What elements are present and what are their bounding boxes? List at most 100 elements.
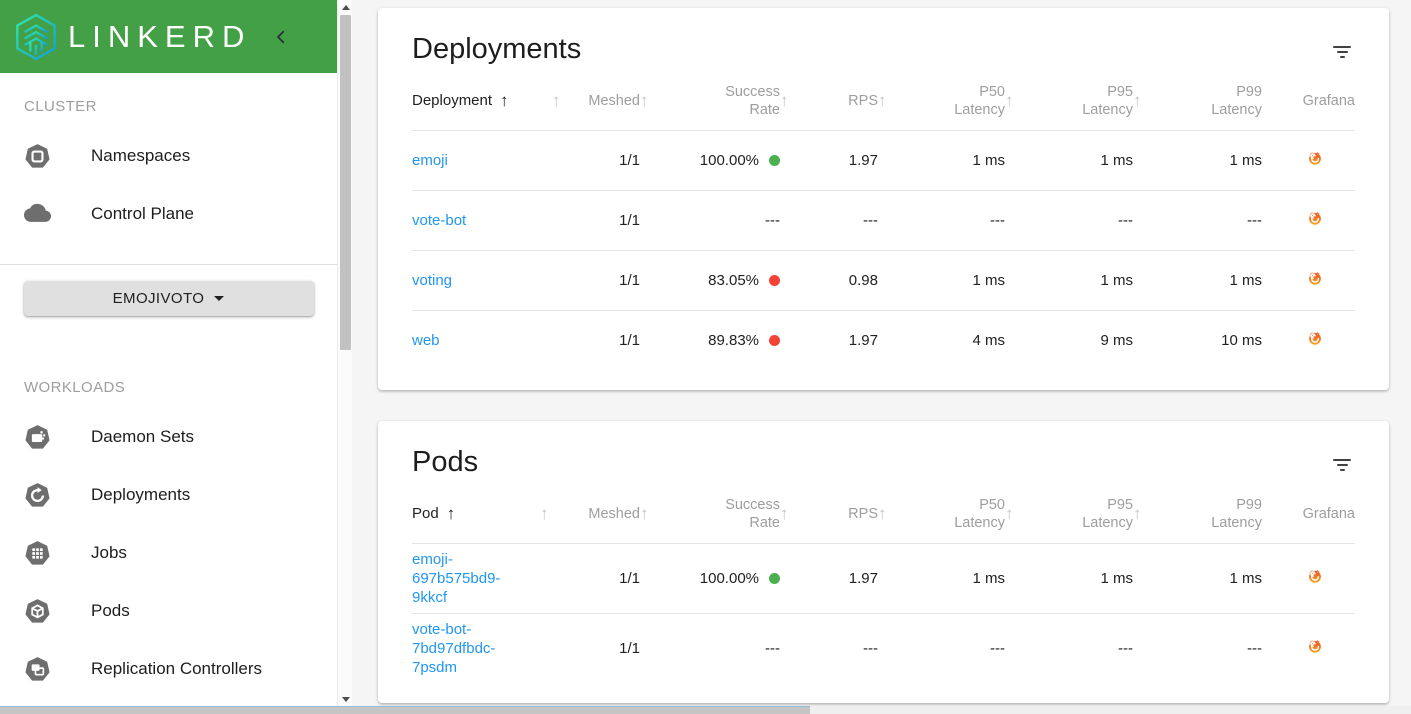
sidebar-item-label: Pods <box>91 601 130 620</box>
cell-value: 1 ms <box>1100 271 1133 289</box>
scroll-up-button[interactable] <box>338 0 353 14</box>
column-header-success-rate[interactable]: ↑ Success Rate <box>640 72 780 130</box>
namespace-selector[interactable]: EMOJIVOTO <box>23 281 314 316</box>
grafana-link[interactable] <box>1307 210 1323 226</box>
cell-p95: 9 ms <box>1005 310 1133 370</box>
table-row: emoji-697b575bd9-9kkcf 1/1 100.00% 1.97 1 ms… <box>412 543 1355 613</box>
sidebar-item-label: Control Plane <box>91 204 195 223</box>
cell-grafana <box>1262 130 1355 190</box>
column-label: Meshed <box>588 505 640 522</box>
workloads-nav: Daemon Sets Deployments Jobs Pods Replicatio… <box>0 408 337 714</box>
sidebar-item-control-plane[interactable]: Control Plane <box>0 185 337 243</box>
filter-icon <box>1333 459 1351 461</box>
column-header-pod[interactable]: Pod ↑ <box>412 485 540 543</box>
sidebar-divider <box>0 264 337 265</box>
column-header-meshed[interactable]: ↑ Meshed <box>552 72 640 130</box>
cell-meshed: 1/1 <box>540 613 640 683</box>
cell-value: 1.97 <box>848 331 878 349</box>
cell-value: --- <box>990 639 1005 657</box>
cell-value: 1/1 <box>619 639 640 657</box>
filter-button[interactable] <box>1329 41 1355 63</box>
column-label: P50 Latency <box>954 83 1005 118</box>
control-plane-icon <box>24 201 51 228</box>
linkerd-logo-icon <box>10 11 62 63</box>
filter-button[interactable] <box>1329 454 1355 476</box>
daemon-sets-icon <box>24 424 51 451</box>
table-row: voting 1/1 83.05% 0.98 1 ms 1 ms 1 ms <box>412 250 1355 310</box>
column-header-p95-latency[interactable]: ↑ P95 Latency <box>1005 72 1133 130</box>
cell-rps: 0.98 <box>780 250 878 310</box>
column-header-p95-latency[interactable]: ↑ P95 Latency <box>1005 485 1133 543</box>
resource-link[interactable]: vote-bot-7bd97dfbdc-7psdm <box>412 620 516 677</box>
chevron-down-icon <box>214 296 225 301</box>
status-dot-bad <box>769 274 780 286</box>
table-row: web 1/1 89.83% 1.97 4 ms 9 ms 10 ms <box>412 310 1355 370</box>
table-row: vote-bot 1/1 --- --- --- --- --- <box>412 190 1355 250</box>
sort-arrow-icon: ↑ <box>500 91 509 111</box>
grafana-link[interactable] <box>1307 568 1323 584</box>
cell-value: 1/1 <box>619 151 640 169</box>
column-header-rps[interactable]: ↑ RPS <box>780 485 878 543</box>
grafana-link[interactable] <box>1307 270 1323 286</box>
sidebar-item-pods[interactable]: Pods <box>0 582 337 640</box>
table-row: vote-bot-7bd97dfbdc-7psdm 1/1 --- --- --- ---… <box>412 613 1355 683</box>
cell-p50: 1 ms <box>878 250 1005 310</box>
column-header-success-rate[interactable]: ↑ Success Rate <box>640 485 780 543</box>
column-label: Grafana <box>1302 505 1355 522</box>
sidebar-collapse-button[interactable] <box>267 23 295 51</box>
sidebar-item-replication-controllers[interactable]: Replication Controllers <box>0 640 337 698</box>
column-header-deployment[interactable]: Deployment ↑ <box>412 72 552 130</box>
cell-value: 4 ms <box>972 331 1005 349</box>
column-header-meshed[interactable]: ↑ Meshed <box>540 485 640 543</box>
column-header-p99-latency[interactable]: ↑ P99 Latency <box>1133 72 1262 130</box>
cell-value: --- <box>1118 639 1133 657</box>
grafana-link[interactable] <box>1307 330 1323 346</box>
resource-link[interactable]: emoji <box>412 152 448 169</box>
cell-value: 1/1 <box>619 331 640 349</box>
cell-value: --- <box>863 639 878 657</box>
resource-link[interactable]: voting <box>412 272 452 289</box>
column-label: P95 Latency <box>1082 496 1133 531</box>
cell-p99: --- <box>1133 190 1262 250</box>
sort-arrow-icon: ↑ <box>552 91 561 111</box>
workloads-section-label: WORKLOADS <box>24 379 126 396</box>
sidebar-item-daemon-sets[interactable]: Daemon Sets <box>0 408 337 466</box>
cell-name: web <box>412 310 552 370</box>
column-label: P99 Latency <box>1211 83 1262 118</box>
deployments-card-title: Deployments <box>412 33 582 65</box>
grafana-link[interactable] <box>1307 638 1323 654</box>
cell-meshed: 1/1 <box>552 310 640 370</box>
filter-icon <box>1333 46 1351 48</box>
cell-value: 1 ms <box>1229 151 1262 169</box>
sidebar-header: LINKERD <box>0 0 337 73</box>
cell-p99: 1 ms <box>1133 250 1262 310</box>
sidebar-item-jobs[interactable]: Jobs <box>0 524 337 582</box>
cell-meshed: 1/1 <box>552 250 640 310</box>
sidebar-scrollbar-thumb[interactable] <box>340 15 351 350</box>
cell-grafana <box>1262 543 1355 613</box>
column-header-p50-latency[interactable]: ↑ P50 Latency <box>878 485 1005 543</box>
cell-grafana <box>1262 250 1355 310</box>
grafana-link[interactable] <box>1307 150 1323 166</box>
resource-link[interactable]: vote-bot <box>412 212 466 229</box>
resource-link[interactable]: emoji-697b575bd9-9kkcf <box>412 550 516 607</box>
sort-arrow-icon: ↑ <box>1005 504 1014 524</box>
cell-value: 1 ms <box>1100 151 1133 169</box>
cell-name: vote-bot <box>412 190 552 250</box>
cell-meshed: 1/1 <box>540 543 640 613</box>
cell-success-rate: --- <box>640 190 780 250</box>
scroll-down-button[interactable] <box>338 692 353 706</box>
resource-link[interactable]: web <box>412 332 440 349</box>
cell-p95: 1 ms <box>1005 130 1133 190</box>
horizontal-scrollbar-thumb[interactable] <box>0 706 810 714</box>
cell-value: 1 ms <box>972 569 1005 587</box>
sidebar-item-deployments[interactable]: Deployments <box>0 466 337 524</box>
deployments-table: Deployment ↑ ↑ Meshed ↑ Success Rate ↑ RPS ↑ P50 … <box>412 72 1355 370</box>
cell-value: --- <box>1118 211 1133 229</box>
sidebar-item-namespaces[interactable]: Namespaces <box>0 127 337 185</box>
column-header-p99-latency[interactable]: ↑ P99 Latency <box>1133 485 1262 543</box>
sidebar-scrollbar <box>337 0 352 714</box>
sidebar-item-label: Daemon Sets <box>91 427 194 446</box>
column-header-p50-latency[interactable]: ↑ P50 Latency <box>878 72 1005 130</box>
column-header-rps[interactable]: ↑ RPS <box>780 72 878 130</box>
